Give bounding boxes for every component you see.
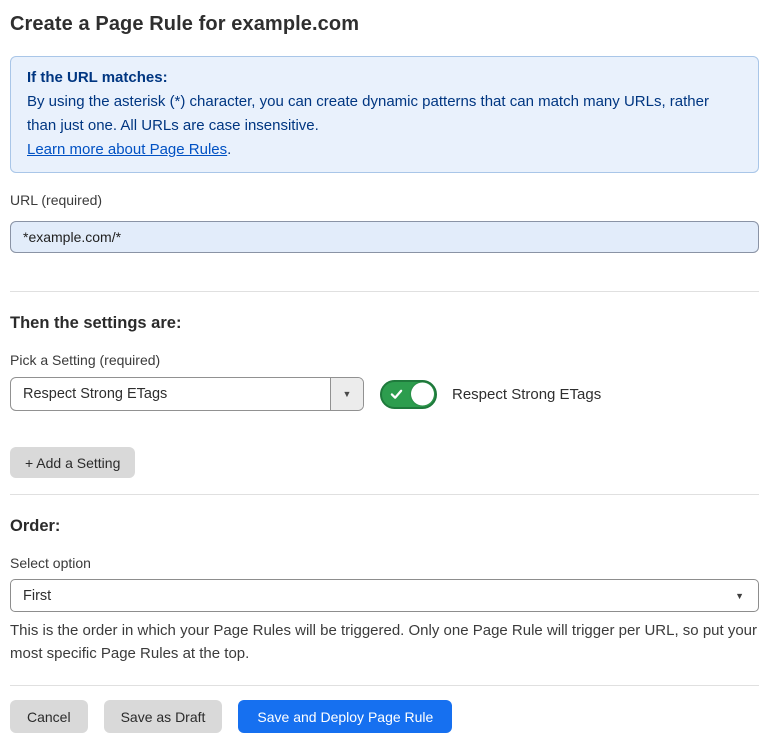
order-section-heading: Order: <box>10 516 759 536</box>
check-icon <box>390 388 403 401</box>
chevron-down-icon: ▼ <box>343 389 352 399</box>
page-title: Create a Page Rule for example.com <box>10 12 759 36</box>
page-rule-form: Create a Page Rule for example.com If th… <box>0 12 769 733</box>
url-field-label: URL (required) <box>10 192 759 209</box>
url-input[interactable] <box>10 221 759 253</box>
setting-toggle[interactable] <box>380 380 437 409</box>
cancel-button[interactable]: Cancel <box>10 700 88 733</box>
learn-more-link[interactable]: Learn more about Page Rules <box>27 141 227 158</box>
save-deploy-button[interactable]: Save and Deploy Page Rule <box>238 700 452 733</box>
divider <box>10 494 759 495</box>
footer-actions: Cancel Save as Draft Save and Deploy Pag… <box>10 700 759 733</box>
chevron-down-icon: ▼ <box>735 591 744 601</box>
order-select-value: First <box>23 588 51 604</box>
add-setting-button[interactable]: + Add a Setting <box>10 447 135 478</box>
setting-dropdown-value: Respect Strong ETags <box>11 378 330 410</box>
order-select[interactable]: First ▼ <box>10 579 759 612</box>
order-select-label: Select option <box>10 555 759 572</box>
link-period: . <box>227 141 231 158</box>
setting-toggle-label: Respect Strong ETags <box>452 386 601 403</box>
divider <box>10 291 759 292</box>
pick-setting-label: Pick a Setting (required) <box>10 352 759 369</box>
info-box-link-line: Learn more about Page Rules. <box>27 138 742 162</box>
divider <box>10 685 759 686</box>
setting-dropdown-arrow-button[interactable]: ▼ <box>330 378 363 410</box>
setting-dropdown[interactable]: Respect Strong ETags ▼ <box>10 377 364 411</box>
settings-section-heading: Then the settings are: <box>10 313 759 333</box>
info-box-heading: If the URL matches: <box>27 66 742 90</box>
save-draft-button[interactable]: Save as Draft <box>104 700 223 733</box>
url-match-info-box: If the URL matches: By using the asteris… <box>10 56 759 173</box>
setting-row: Respect Strong ETags ▼ Respect Strong ET… <box>10 377 759 411</box>
order-help-text: This is the order in which your Page Rul… <box>10 619 759 665</box>
info-box-body: By using the asterisk (*) character, you… <box>27 90 742 138</box>
toggle-knob <box>411 383 434 406</box>
